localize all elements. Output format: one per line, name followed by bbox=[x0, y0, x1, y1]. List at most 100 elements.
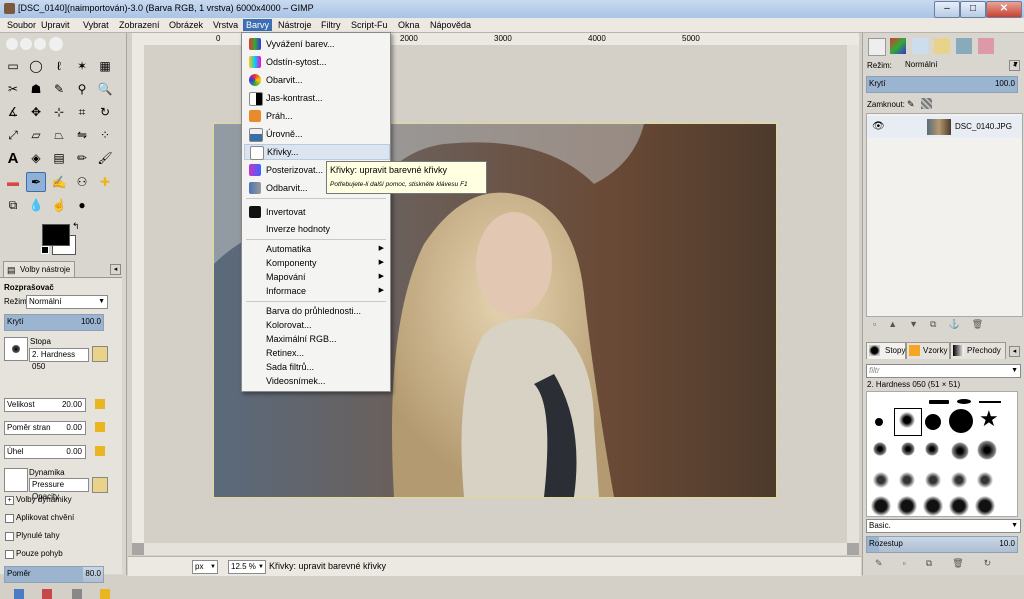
menu-upravit[interactable]: Upravit bbox=[38, 19, 73, 31]
layer-row[interactable]: 👁 DSC_0140.JPG bbox=[867, 116, 1022, 138]
edit-dynamics-icon[interactable] bbox=[92, 477, 108, 493]
dynamics-options-label[interactable]: Volby dynamiky bbox=[16, 495, 72, 504]
restore-options-icon[interactable] bbox=[42, 589, 52, 599]
motion-only-checkbox[interactable] bbox=[5, 550, 14, 559]
menu-item-value-invert[interactable]: Inverze hodnoty bbox=[244, 222, 388, 236]
perspective-icon[interactable]: ⏢ bbox=[50, 126, 68, 144]
menu-barvy[interactable]: Barvy bbox=[243, 19, 273, 31]
menu-script-fu[interactable]: Script-Fu bbox=[348, 19, 391, 31]
tab-brushes[interactable]: Stopy bbox=[866, 342, 906, 359]
airbrush-icon[interactable]: ✒ bbox=[26, 172, 46, 192]
duplicate-brush-icon[interactable]: ⧉ bbox=[926, 558, 952, 568]
menu-vrstva[interactable]: Vrstva bbox=[210, 19, 241, 31]
edit-brush-icon[interactable] bbox=[92, 346, 108, 362]
lasso-icon[interactable]: ℓ bbox=[50, 57, 68, 75]
blend-icon[interactable]: ▤ bbox=[50, 149, 68, 167]
brush-filter-input[interactable]: filtr ▼ bbox=[866, 364, 1021, 378]
dynamics-field[interactable]: Pressure Opacity bbox=[29, 478, 89, 501]
dodge-burn-icon[interactable]: ● bbox=[73, 196, 91, 214]
menu-item-invert[interactable]: Invertovat bbox=[244, 205, 388, 219]
menu-napoveda[interactable]: Nápověda bbox=[427, 19, 474, 31]
lower-layer-icon[interactable]: ▼ bbox=[909, 319, 930, 329]
blur-icon[interactable]: 💧 bbox=[27, 196, 45, 214]
dynamics-preview[interactable] bbox=[4, 468, 28, 492]
default-colors-icon[interactable] bbox=[41, 246, 50, 255]
reset-angle-icon[interactable] bbox=[95, 446, 105, 456]
eraser-icon[interactable]: ▬ bbox=[4, 173, 22, 191]
close-button[interactable]: ✕ bbox=[986, 1, 1022, 18]
swap-colors-icon[interactable]: ↰ bbox=[72, 221, 80, 232]
menu-item-colorify[interactable]: Kolorovat... bbox=[244, 318, 388, 332]
menu-item-video-frame[interactable]: Videosnímek... bbox=[244, 374, 388, 388]
shear-icon[interactable]: ▱ bbox=[27, 126, 45, 144]
menu-item-brightness-contrast[interactable]: Jas-kontrast... bbox=[244, 91, 388, 106]
scissors-icon[interactable]: ✂ bbox=[4, 80, 22, 98]
text-tool-icon[interactable]: A bbox=[4, 149, 22, 167]
foreground-color-swatch[interactable] bbox=[42, 224, 70, 246]
expand-icon[interactable]: + bbox=[5, 496, 14, 505]
menu-soubor[interactable]: Soubor bbox=[4, 19, 39, 31]
measure-icon[interactable]: ∡ bbox=[4, 103, 22, 121]
layers-mode-select[interactable]: Normální ▼ bbox=[903, 59, 1021, 71]
brush-preview[interactable] bbox=[4, 337, 28, 361]
spacing-slider[interactable]: Rozestup 10.0 bbox=[866, 536, 1018, 553]
menu-item-threshold[interactable]: Práh... bbox=[244, 109, 388, 123]
reset-options-icon[interactable] bbox=[100, 589, 110, 599]
rotate-icon[interactable]: ↻ bbox=[96, 103, 114, 121]
crop-icon[interactable]: ⌗ bbox=[73, 103, 91, 121]
pointer-tab-icon[interactable] bbox=[956, 38, 972, 54]
menu-nastroje[interactable]: Nástroje bbox=[275, 19, 315, 31]
ink-icon[interactable]: ✍ bbox=[50, 173, 68, 191]
rect-select-icon[interactable]: ▭ bbox=[4, 57, 22, 75]
raise-layer-icon[interactable]: ▲ bbox=[888, 319, 909, 329]
color-picker-icon[interactable]: ⚲ bbox=[73, 80, 91, 98]
pencil-icon[interactable]: ✏ bbox=[73, 149, 91, 167]
vertical-scrollbar[interactable] bbox=[847, 45, 859, 543]
apply-jitter-checkbox[interactable] bbox=[5, 514, 14, 523]
menu-item-color-to-alpha[interactable]: Barva do průhlednosti... bbox=[244, 304, 388, 318]
refresh-brushes-icon[interactable]: ↻ bbox=[984, 558, 1012, 568]
menu-item-retinex[interactable]: Retinex... bbox=[244, 346, 388, 360]
delete-layer-icon[interactable]: 🗑 bbox=[972, 319, 995, 329]
layer-name[interactable]: DSC_0140.JPG bbox=[955, 122, 1012, 131]
layers-tab-icon[interactable] bbox=[868, 38, 886, 56]
tab-gradients[interactable]: Přechody bbox=[950, 342, 1006, 359]
menu-vybrat[interactable]: Vybrat bbox=[80, 19, 112, 31]
menu-filtry[interactable]: Filtry bbox=[318, 19, 344, 31]
opacity-slider[interactable]: Krytí 100.0 bbox=[4, 314, 104, 331]
foreground-select-icon[interactable]: ☗ bbox=[27, 80, 45, 98]
save-options-icon[interactable] bbox=[14, 589, 24, 599]
paintbrush-icon[interactable]: 🖌 bbox=[96, 149, 114, 167]
menu-item-color-balance[interactable]: Vyvážení barev... bbox=[244, 37, 388, 51]
edit-brush-action-icon[interactable]: ✎ bbox=[875, 558, 903, 568]
brush-grid[interactable]: ★ bbox=[866, 391, 1018, 517]
reset-size-icon[interactable] bbox=[95, 399, 105, 409]
menu-item-max-rgb[interactable]: Maximální RGB... bbox=[244, 332, 388, 346]
menu-zobrazeni[interactable]: Zobrazení bbox=[116, 19, 163, 31]
tab-patterns[interactable]: Vzorky bbox=[906, 342, 950, 359]
menu-item-auto[interactable]: Automatika ▶ bbox=[244, 242, 388, 256]
zoom-icon[interactable]: 🔍 bbox=[96, 80, 114, 98]
flip-icon[interactable]: ⇋ bbox=[73, 126, 91, 144]
paths-tab-icon[interactable] bbox=[912, 38, 928, 54]
aspect-field[interactable]: Poměr stran 0.00 bbox=[4, 421, 86, 435]
minimize-button[interactable]: – bbox=[934, 1, 960, 18]
menu-item-filter-pack[interactable]: Sada filtrů... bbox=[244, 360, 388, 374]
menu-item-map[interactable]: Mapování ▶ bbox=[244, 270, 388, 284]
undo-tab-icon[interactable] bbox=[934, 38, 950, 54]
menu-item-hue-saturation[interactable]: Odstín-sytost... bbox=[244, 55, 388, 69]
clone-icon[interactable]: ⚇ bbox=[73, 173, 91, 191]
size-field[interactable]: Velikost 20.00 bbox=[4, 398, 86, 412]
panel-menu-icon[interactable]: ◂ bbox=[110, 264, 121, 275]
scale-icon[interactable]: ⤢ bbox=[4, 126, 22, 144]
color-select-icon[interactable]: ▦ bbox=[96, 57, 114, 75]
lock-pixels-icon[interactable]: ✎ bbox=[907, 99, 915, 110]
tab-tool-options[interactable]: ▤ Volby nástroje bbox=[3, 261, 75, 278]
zoom-select[interactable]: 12.5 % ▼ bbox=[228, 560, 266, 574]
unit-select[interactable]: px ▼ bbox=[192, 560, 218, 574]
menu-item-colorize[interactable]: Obarvit... bbox=[244, 73, 388, 87]
horizontal-scrollbar[interactable] bbox=[144, 543, 847, 555]
brushes-tab-icon[interactable] bbox=[978, 38, 994, 54]
menu-okna[interactable]: Okna bbox=[395, 19, 423, 31]
menu-item-curves[interactable]: Křivky... bbox=[244, 144, 390, 160]
